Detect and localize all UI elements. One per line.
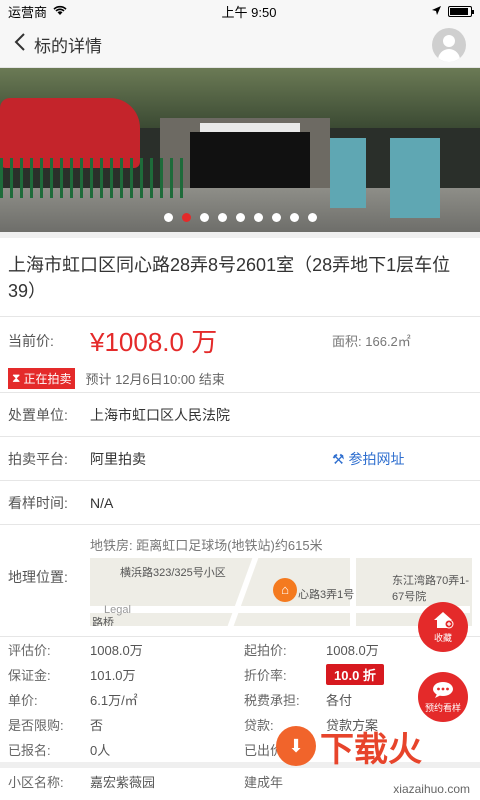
map-label-2: 心路3弄1号 (298, 589, 355, 601)
grid-value: 0人 (90, 743, 111, 758)
avatar-icon[interactable] (432, 27, 466, 62)
download-icon: ⬇ (276, 726, 316, 766)
price-label: 当前价: (8, 332, 54, 349)
favorite-button[interactable]: 收藏 (418, 602, 468, 652)
carousel-dot[interactable] (235, 213, 245, 222)
grid-label: 折价率: (244, 668, 287, 683)
watermark-url: xiazaihuo.com (393, 782, 470, 796)
bid-link[interactable]: ⚒ 参拍网址 (332, 449, 472, 469)
location-row: 地理位置: 地铁房: 距离虹口足球场(地铁站)约615米 横浜路323/325号… (0, 524, 480, 636)
clock: 上午 9:50 (221, 4, 277, 20)
carousel-dot[interactable] (163, 213, 173, 222)
chevron-left-icon (14, 32, 26, 57)
page-title: 标的详情 (34, 37, 102, 56)
metro-hint: 地铁房: 距离虹口足球场(地铁站)约615米 (90, 538, 323, 553)
auction-status-row: ⧗ 正在拍卖 预计 12月6日10:00 结束 (0, 364, 480, 392)
platform-row: 拍卖平台: 阿里拍卖 ⚒ 参拍网址 (0, 436, 480, 480)
grid-label: 单价: (8, 693, 38, 708)
home-pin-icon: ⌂ (273, 578, 297, 602)
watermark-text: 下载火 (320, 730, 422, 769)
battery-icon (448, 5, 474, 17)
grid-value: 101.0万 (90, 668, 136, 683)
hourglass-icon: ⧗ (12, 370, 21, 385)
grid-value: 1008.0万 (326, 643, 379, 658)
area-label: 面积: (332, 334, 362, 349)
status-bar: 运营商 上午 9:50 (0, 0, 480, 22)
discount-badge: 10.0 折 (326, 664, 384, 685)
grid-label: 是否限购: (8, 718, 64, 733)
grid-value: 否 (90, 718, 104, 733)
grid-value: 6.1万/㎡ (90, 693, 138, 708)
grid-value: 1008.0万 (90, 643, 143, 658)
map-label-1: 横浜路323/325号小区 (120, 567, 226, 579)
wifi-icon (53, 4, 67, 19)
status-badge: ⧗ 正在拍卖 (8, 367, 76, 389)
grid-label: 起拍价: (244, 643, 287, 658)
carousel-dot[interactable] (217, 213, 227, 222)
current-price: ¥1008.0 万 (90, 327, 218, 357)
map-label-3: 东江湾路70弄1-67号院 (392, 575, 470, 603)
disposal-value: 上海市虹口区人民法院 (90, 406, 230, 423)
house-plus-icon (432, 611, 454, 631)
nav-bar: 标的详情 (0, 22, 480, 68)
map-label-5: 路桥 (92, 617, 114, 626)
grid-row: 评估价: 1008.0万 起拍价: 1008.0万 (0, 637, 480, 662)
gavel-icon: ⚒ (332, 450, 345, 467)
community-label: 小区名称: (8, 774, 64, 790)
carrier-label: 运营商 (8, 4, 48, 20)
location-label: 地理位置: (8, 569, 68, 585)
chat-bubble-icon (431, 681, 455, 701)
location-arrow-icon (431, 4, 442, 19)
carousel-dot[interactable] (199, 213, 209, 222)
watermark: ⬇ 下载火 xiazaihuo.com (276, 706, 476, 796)
viewing-time-row: 看样时间: N/A (0, 480, 480, 524)
disposal-row: 处置单位: 上海市虹口区人民法院 (0, 392, 480, 436)
carousel-dot[interactable] (307, 213, 317, 222)
favorite-label: 收藏 (433, 632, 452, 643)
carousel-dot[interactable] (289, 213, 299, 222)
carousel-dot[interactable] (271, 213, 281, 222)
end-time: 预计 12月6日10:00 结束 (85, 371, 225, 387)
location-map[interactable]: 横浜路323/325号小区 ⌂ 心路3弄1号 东江湾路70弄1-67号院 Leg… (90, 558, 472, 626)
grid-label: 已报名: (8, 743, 51, 758)
carousel-dot[interactable] (181, 213, 191, 222)
platform-value: 阿里拍卖 (90, 450, 146, 467)
grid-label: 评估价: (8, 643, 51, 658)
carousel-dot[interactable] (253, 213, 263, 222)
disposal-label: 处置单位: (8, 406, 68, 423)
property-title: 上海市虹口区同心路28弄8号2601室（28弄地下1层车位39） (0, 232, 480, 316)
status-badge-label: 正在拍卖 (23, 371, 72, 386)
area-info: 面积: 166.2㎡ (332, 331, 472, 350)
carousel-dots (0, 213, 480, 222)
price-row: 当前价: ¥1008.0 万 面积: 166.2㎡ (0, 316, 480, 364)
bid-link-label: 参拍网址 (348, 450, 405, 467)
area-value: 166.2㎡ (365, 334, 411, 349)
grid-row: 保证金: 101.0万 折价率: 10.0 折 (0, 662, 480, 687)
back-button[interactable]: 标的详情 (14, 32, 102, 57)
photo-carousel[interactable] (0, 68, 480, 232)
platform-label: 拍卖平台: (8, 450, 68, 467)
grid-label: 保证金: (8, 668, 51, 683)
viewing-time-value: N/A (90, 494, 114, 511)
viewing-time-label: 看样时间: (8, 494, 68, 511)
community-value: 嘉宏紫薇园 (90, 774, 156, 790)
